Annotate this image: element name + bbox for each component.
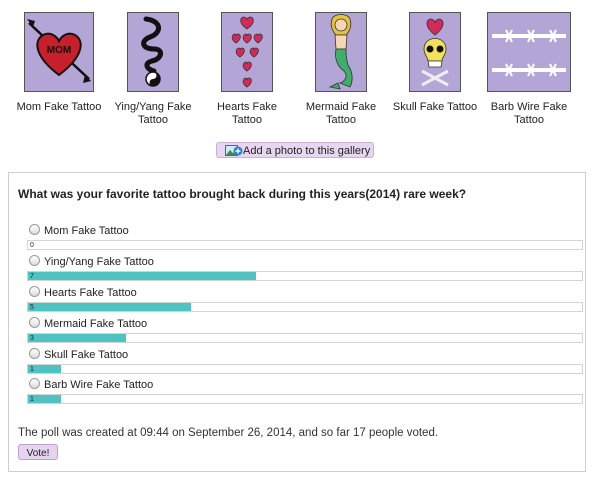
poll-option-label[interactable]: Hearts Fake Tattoo xyxy=(29,286,137,300)
vote-count: 5 xyxy=(30,304,34,311)
option-text: Mom Fake Tattoo xyxy=(44,225,129,237)
radio-button[interactable] xyxy=(29,317,40,328)
option-text: Mermaid Fake Tattoo xyxy=(44,318,148,330)
radio-button[interactable] xyxy=(29,286,40,297)
result-bar: 7 xyxy=(27,271,583,281)
result-bar-fill xyxy=(28,334,126,342)
barbwire-tattoo-image[interactable] xyxy=(487,12,571,92)
result-bar: 1 xyxy=(27,364,583,374)
gallery-item-skull[interactable]: Skull Fake Tattoo xyxy=(390,12,480,114)
mom-tattoo-text: MOM xyxy=(47,45,71,56)
vote-count: 7 xyxy=(30,273,34,280)
mermaid-tattoo-image[interactable] xyxy=(315,12,367,92)
radio-button[interactable] xyxy=(29,348,40,359)
option-text: Hearts Fake Tattoo xyxy=(44,287,137,299)
result-bar-fill xyxy=(28,272,257,280)
gallery-item-mermaid[interactable]: Mermaid Fake Tattoo xyxy=(296,12,386,127)
gallery-caption[interactable]: Mermaid Fake Tattoo xyxy=(296,101,386,127)
poll-option-label[interactable]: Mermaid Fake Tattoo xyxy=(29,317,147,331)
gallery-caption[interactable]: Ying/Yang Fake Tattoo xyxy=(108,101,198,127)
poll-option-label[interactable]: Ying/Yang Fake Tattoo xyxy=(29,255,154,269)
poll-question: What was your favorite tattoo brought ba… xyxy=(18,187,467,201)
add-photo-button[interactable]: Add a photo to this gallery xyxy=(216,142,374,158)
mom-tattoo-image[interactable]: MOM xyxy=(24,12,94,92)
gallery-caption[interactable]: Hearts Fake Tattoo xyxy=(202,101,292,127)
tattoo-gallery: MOM Mom Fake Tattoo Ying/Yang Fake Tatto… xyxy=(0,0,592,165)
vote-count: 0 xyxy=(30,242,34,249)
vote-count: 3 xyxy=(30,335,34,342)
add-photo-label: Add a photo to this gallery xyxy=(243,145,371,157)
poll-option-label[interactable]: Skull Fake Tattoo xyxy=(29,348,128,362)
gallery-caption[interactable]: Mom Fake Tattoo xyxy=(14,101,104,114)
yingyang-tattoo-image[interactable] xyxy=(127,12,179,92)
radio-button[interactable] xyxy=(29,224,40,235)
poll-option-label[interactable]: Mom Fake Tattoo xyxy=(29,224,129,238)
vote-button[interactable]: Vote! xyxy=(18,444,58,460)
gallery-caption[interactable]: Barb Wire Fake Tattoo xyxy=(484,101,574,127)
result-bar: 3 xyxy=(27,333,583,343)
gallery-item-mom[interactable]: MOM Mom Fake Tattoo xyxy=(14,12,104,114)
poll-panel: What was your favorite tattoo brought ba… xyxy=(8,172,586,472)
radio-button[interactable] xyxy=(29,378,40,389)
result-bar: 0 xyxy=(27,240,583,250)
gallery-caption[interactable]: Skull Fake Tattoo xyxy=(390,101,480,114)
option-text: Ying/Yang Fake Tattoo xyxy=(44,256,154,268)
result-bar-fill xyxy=(28,303,191,311)
hearts-tattoo-image[interactable] xyxy=(221,12,273,92)
vote-count: 1 xyxy=(30,396,34,403)
skull-tattoo-image[interactable] xyxy=(409,12,461,92)
result-bar: 1 xyxy=(27,394,583,404)
add-photo-icon xyxy=(225,145,243,156)
vote-count: 1 xyxy=(30,366,34,373)
option-text: Skull Fake Tattoo xyxy=(44,349,129,361)
option-text: Barb Wire Fake Tattoo xyxy=(44,379,154,391)
gallery-item-hearts[interactable]: Hearts Fake Tattoo xyxy=(202,12,292,127)
gallery-item-barbwire[interactable]: Barb Wire Fake Tattoo xyxy=(484,12,574,127)
radio-button[interactable] xyxy=(29,255,40,266)
poll-option-label[interactable]: Barb Wire Fake Tattoo xyxy=(29,378,153,392)
poll-summary: The poll was created at 09:44 on Septemb… xyxy=(18,427,439,439)
result-bar: 5 xyxy=(27,302,583,312)
gallery-item-yingyang[interactable]: Ying/Yang Fake Tattoo xyxy=(108,12,198,127)
